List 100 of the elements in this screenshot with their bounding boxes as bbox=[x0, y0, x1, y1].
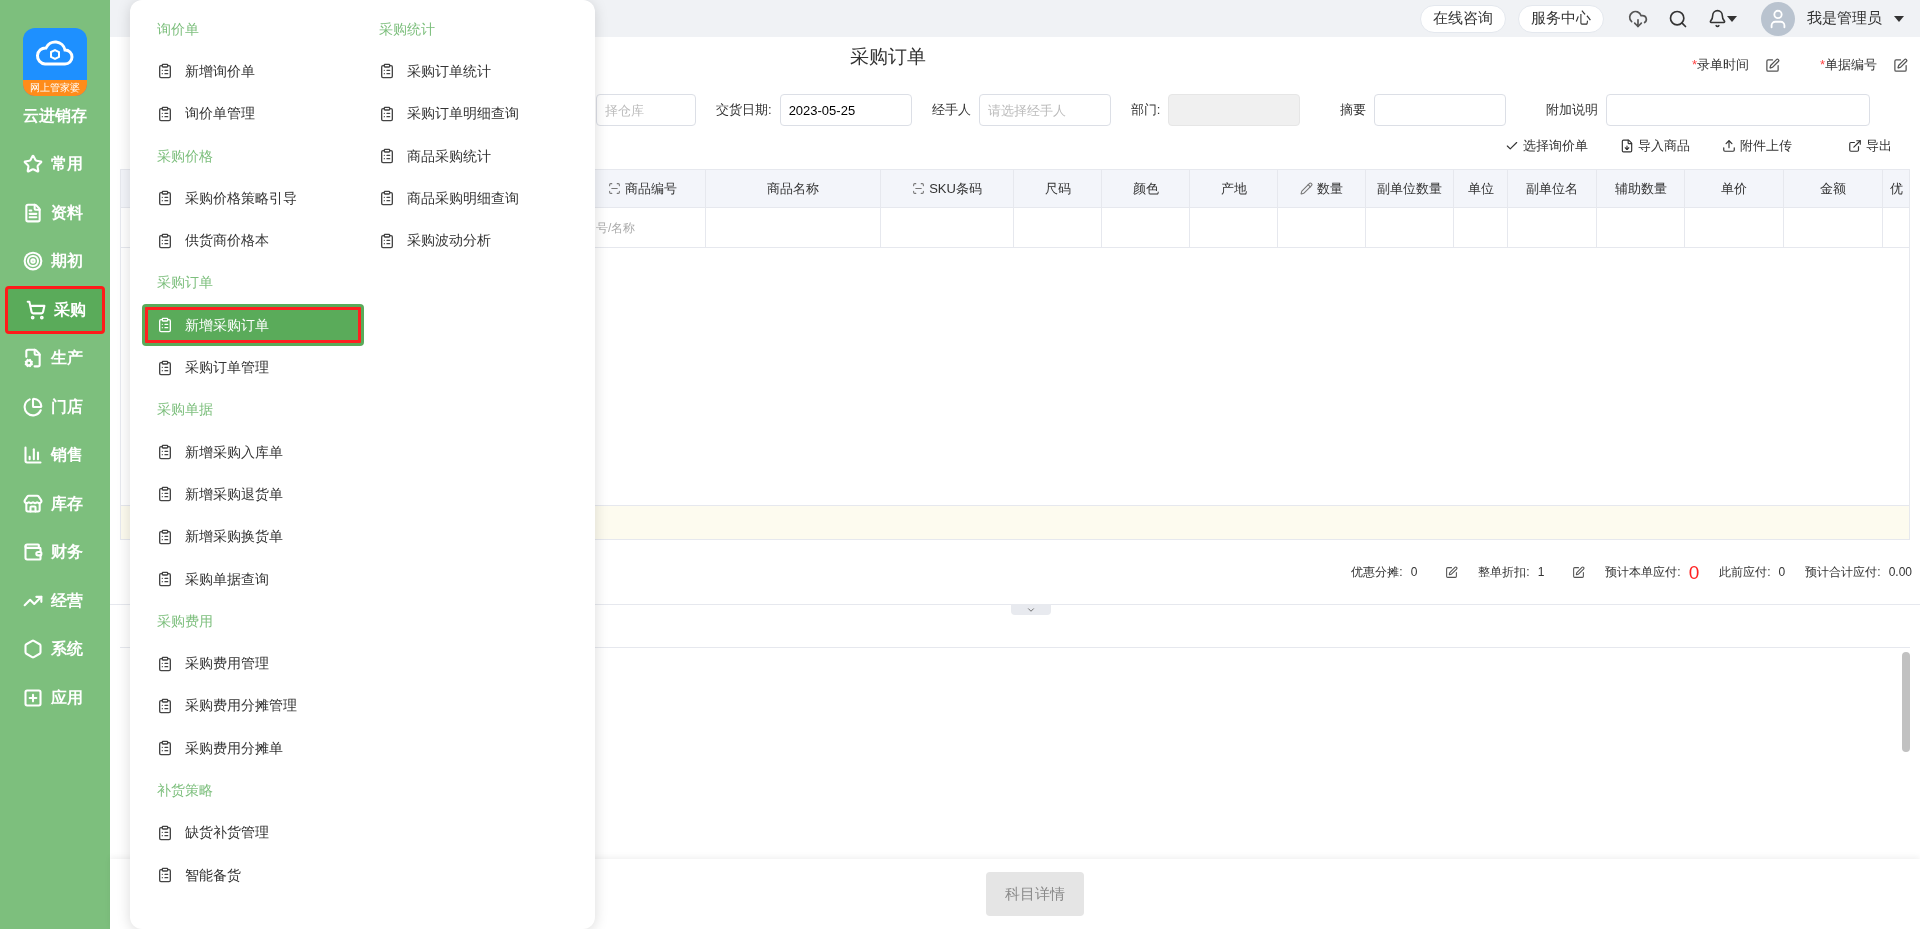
document-gear-icon bbox=[23, 348, 43, 369]
edit-icon[interactable] bbox=[1764, 57, 1780, 73]
notification-bell-icon[interactable] bbox=[1708, 9, 1737, 28]
input-field[interactable] bbox=[1374, 94, 1507, 126]
scan-icon bbox=[608, 182, 621, 195]
toolbar-button[interactable]: 导出 bbox=[1848, 136, 1892, 156]
edit-icon[interactable] bbox=[1572, 565, 1586, 579]
document-icon bbox=[379, 148, 395, 165]
scan-icon bbox=[912, 182, 926, 195]
menu-section-title: 采购价格 bbox=[157, 146, 213, 166]
input-field[interactable]: 择仓库 bbox=[596, 94, 696, 126]
menu-section-title: 采购费用 bbox=[157, 611, 213, 631]
field-label: 摘要 bbox=[1340, 101, 1367, 120]
input-field[interactable] bbox=[1606, 94, 1871, 126]
menu-section-title: 询价单 bbox=[157, 19, 199, 39]
menu-item[interactable]: 新增采购退货单 bbox=[142, 473, 364, 516]
total-label: 优惠分摊: bbox=[1351, 564, 1403, 581]
menu-item[interactable]: 采购订单管理 bbox=[142, 346, 364, 389]
menu-item[interactable]: 采购费用管理 bbox=[142, 642, 364, 685]
menu-section-title: 采购单据 bbox=[157, 400, 213, 420]
column-header: 颜色 bbox=[1101, 170, 1189, 207]
header-button[interactable]: 在线咨询 bbox=[1420, 4, 1506, 33]
column-header: 商品名称 bbox=[705, 170, 880, 207]
toolbar-button[interactable]: 选择询价单 bbox=[1505, 136, 1588, 156]
total-label: 此前应付: bbox=[1719, 564, 1771, 581]
dropdown-caret-icon[interactable] bbox=[1894, 15, 1904, 22]
document-icon bbox=[379, 105, 395, 122]
logo-badge: 网上管家婆 bbox=[23, 80, 87, 96]
menu-item[interactable]: 采购价格策略引导 bbox=[142, 177, 364, 220]
menu-item[interactable]: 供货商价格本 bbox=[142, 219, 364, 262]
header-button[interactable]: 服务中心 bbox=[1518, 4, 1604, 33]
menu-item[interactable]: 采购订单明细查询 bbox=[364, 92, 586, 135]
document-icon bbox=[157, 190, 173, 207]
store-icon bbox=[23, 493, 43, 514]
app-name: 云进销存 bbox=[23, 106, 87, 126]
menu-section-title: 采购订单 bbox=[157, 273, 213, 293]
bar-chart-icon bbox=[23, 445, 43, 466]
plus-icon bbox=[23, 687, 43, 708]
field-label: 交货日期: bbox=[716, 101, 772, 120]
toolbar-button[interactable]: 附件上传 bbox=[1722, 136, 1792, 156]
document-icon bbox=[157, 571, 173, 587]
collapse-toggle[interactable] bbox=[1011, 604, 1051, 615]
export-icon bbox=[1848, 139, 1862, 153]
field-label: 附加说明 bbox=[1546, 101, 1599, 120]
pie-chart-icon bbox=[23, 396, 43, 417]
menu-item[interactable]: 新增采购换货单 bbox=[142, 515, 364, 558]
field-label: *单据编号 bbox=[1819, 56, 1877, 75]
total-value: 0.00 bbox=[1888, 564, 1912, 581]
total-value: 0 bbox=[1688, 562, 1700, 582]
menu-item[interactable]: 缺货补货管理 bbox=[142, 811, 364, 854]
menu-item[interactable]: 采购单据查询 bbox=[142, 557, 364, 601]
total-value: 0 bbox=[1410, 564, 1418, 581]
menu-item[interactable]: 采购波动分析 bbox=[364, 219, 586, 262]
scrollbar[interactable] bbox=[1902, 652, 1910, 752]
total-label: 整单折扣: bbox=[1478, 564, 1530, 581]
target-icon bbox=[23, 251, 43, 272]
column-header: 尺码 bbox=[1013, 170, 1101, 207]
menu-item[interactable]: 智能备货 bbox=[142, 853, 364, 897]
wallet-icon bbox=[23, 542, 43, 563]
menu-item[interactable]: 采购费用分摊管理 bbox=[142, 684, 364, 728]
menu-item[interactable]: 采购订单统计 bbox=[364, 50, 586, 93]
document-icon bbox=[379, 63, 395, 80]
import-icon bbox=[1620, 139, 1634, 153]
menu-item[interactable]: 询价单管理 bbox=[142, 92, 364, 135]
document-icon bbox=[379, 190, 395, 207]
total-value: 0 bbox=[1778, 564, 1786, 581]
user-name: 我是管理员 bbox=[1807, 8, 1882, 29]
input-field[interactable]: 请选择经手人 bbox=[978, 94, 1111, 126]
search-icon[interactable] bbox=[1668, 8, 1688, 29]
column-header: 产地 bbox=[1189, 170, 1277, 207]
document-icon bbox=[157, 486, 173, 503]
cart-icon bbox=[26, 299, 46, 320]
page-title: 采购订单 bbox=[850, 45, 926, 69]
menu-item[interactable]: 采购费用分摊单 bbox=[142, 727, 364, 770]
edit-icon[interactable] bbox=[1893, 57, 1908, 73]
menu-item[interactable]: 新增询价单 bbox=[142, 50, 364, 93]
document-icon bbox=[157, 105, 173, 122]
column-header: 副单位数量 bbox=[1365, 170, 1453, 207]
field-label: *录单时间 bbox=[1691, 56, 1749, 75]
column-header: 单价 bbox=[1684, 170, 1783, 207]
document-icon bbox=[157, 867, 173, 884]
menu-item[interactable]: 新增采购入库单 bbox=[142, 430, 364, 474]
field-label: 部门: bbox=[1130, 101, 1161, 120]
total-value: 1 bbox=[1537, 564, 1545, 581]
settings-icon bbox=[23, 639, 43, 660]
pencil-icon bbox=[1300, 182, 1313, 195]
document-icon bbox=[157, 232, 173, 249]
document-icon bbox=[157, 824, 173, 841]
document-icon bbox=[23, 202, 43, 223]
document-icon bbox=[157, 63, 173, 80]
total-label: 预计本单应付: bbox=[1605, 564, 1681, 581]
edit-icon[interactable] bbox=[1445, 565, 1459, 579]
document-icon bbox=[157, 740, 173, 757]
star-icon bbox=[23, 154, 43, 175]
upload-icon bbox=[1722, 139, 1736, 153]
document-icon bbox=[157, 528, 173, 545]
input-field[interactable]: 2023-05-25 bbox=[779, 94, 912, 126]
column-header: 单位 bbox=[1453, 170, 1507, 207]
cloud-download-icon[interactable] bbox=[1628, 8, 1648, 29]
toolbar-button[interactable]: 导入商品 bbox=[1620, 136, 1690, 156]
